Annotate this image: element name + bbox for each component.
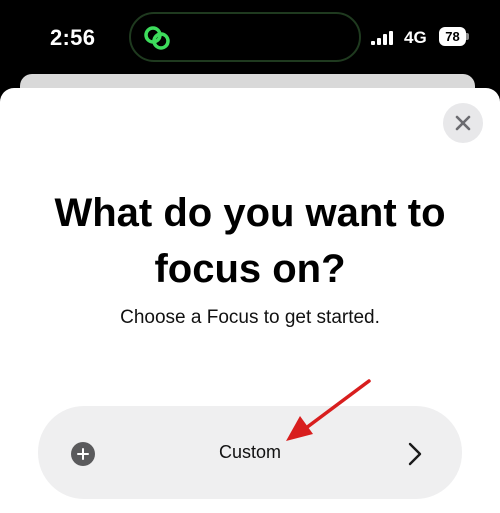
linked-circles-icon [144, 26, 170, 50]
status-time: 2:56 [50, 25, 96, 50]
page-subtitle: Choose a Focus to get started. [120, 307, 380, 328]
battery-tip [466, 33, 469, 40]
signal-strength-icon [371, 31, 393, 45]
status-bar: 2:56 4G 78 [0, 0, 500, 78]
page-title-line1: What do you want to [54, 191, 446, 235]
network-type: 4G [404, 28, 427, 47]
page-title: What do you want to focus on? [0, 185, 500, 297]
custom-focus-button[interactable]: Custom [38, 406, 462, 499]
page-title-line2: focus on? [154, 247, 346, 291]
dynamic-island[interactable] [129, 12, 361, 62]
battery-icon: 78 [439, 27, 466, 46]
chevron-right-icon [408, 442, 422, 466]
custom-focus-label: Custom [218, 442, 281, 462]
close-button[interactable] [443, 103, 483, 143]
close-icon [455, 115, 471, 131]
